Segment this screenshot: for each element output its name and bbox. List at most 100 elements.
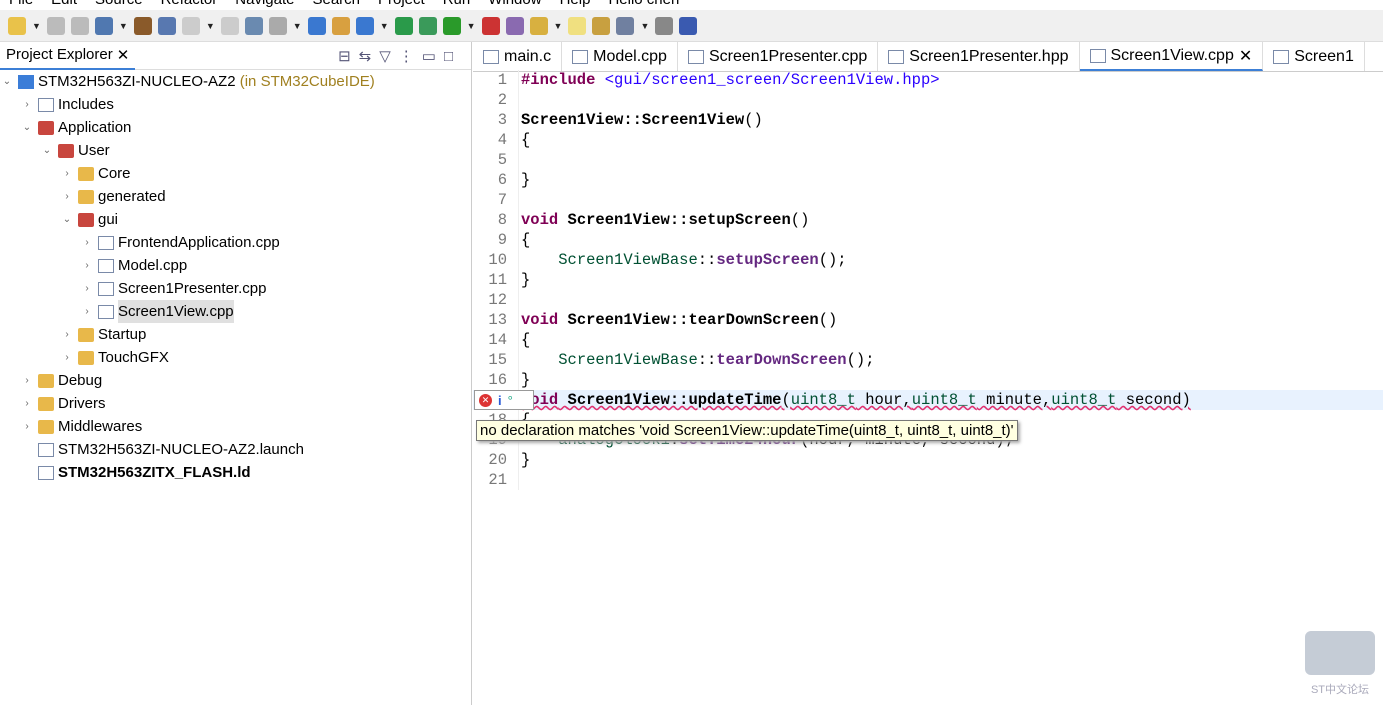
- expand-icon[interactable]: ›: [80, 231, 94, 254]
- folder-icon: [78, 327, 94, 342]
- expand-icon[interactable]: ›: [60, 185, 74, 208]
- close-icon[interactable]: ✕: [1239, 46, 1252, 66]
- tree-item[interactable]: STM32H563ZITX_FLASH.ld: [0, 461, 471, 484]
- code-text: {: [521, 331, 531, 349]
- tree-item[interactable]: ⌄ Application: [0, 116, 471, 139]
- toolbar-button-icon[interactable]: [616, 16, 635, 35]
- expand-icon[interactable]: ›: [20, 369, 34, 392]
- toolbar-button-icon[interactable]: [94, 16, 113, 35]
- tree-item[interactable]: ⌄ gui: [0, 208, 471, 231]
- dropdown-arrow-icon[interactable]: ▼: [32, 21, 41, 31]
- tree-item[interactable]: › Screen1Presenter.cpp: [0, 277, 471, 300]
- tree-item[interactable]: › FrontendApplication.cpp: [0, 231, 471, 254]
- toolbar-button-icon[interactable]: [505, 16, 524, 35]
- line-number: 16: [488, 371, 507, 389]
- menu-source[interactable]: Source: [86, 0, 152, 10]
- editor-tab[interactable]: Screen1View.cpp ✕: [1079, 42, 1264, 71]
- toolbar-button-icon[interactable]: [394, 16, 413, 35]
- dropdown-arrow-icon[interactable]: ▼: [119, 21, 128, 31]
- tree-item[interactable]: › Debug: [0, 369, 471, 392]
- editor-tab[interactable]: Screen1: [1263, 42, 1365, 71]
- expand-icon[interactable]: ⌄: [60, 208, 74, 231]
- code-text: }: [521, 451, 531, 469]
- toolbar-button-icon[interactable]: [568, 16, 587, 35]
- dropdown-arrow-icon[interactable]: ▼: [293, 21, 302, 31]
- expand-icon[interactable]: ›: [80, 277, 94, 300]
- tree-item[interactable]: › Core: [0, 162, 471, 185]
- expand-icon[interactable]: ›: [20, 93, 34, 116]
- expand-icon[interactable]: ⌄: [20, 116, 34, 139]
- tree-item-project[interactable]: ⌄ STM32H563ZI-NUCLEO-AZ2 (in STM32CubeIDE…: [0, 70, 471, 93]
- toolbar-button-icon[interactable]: [8, 16, 26, 35]
- dropdown-arrow-icon[interactable]: ▼: [554, 21, 563, 31]
- tree-item[interactable]: › Model.cpp: [0, 254, 471, 277]
- toolbar-button-icon[interactable]: [220, 16, 239, 35]
- toolbar-button-icon[interactable]: [331, 16, 350, 35]
- expand-icon[interactable]: ⌄: [40, 139, 54, 162]
- expand-icon[interactable]: ›: [20, 392, 34, 415]
- menu-file[interactable]: File: [0, 0, 42, 10]
- toolbar-button-icon[interactable]: [307, 16, 326, 35]
- menu-help[interactable]: Help: [551, 0, 600, 10]
- expand-icon[interactable]: ›: [20, 415, 34, 438]
- tab-project-explorer[interactable]: Project Explorer ✕: [0, 42, 136, 70]
- menu-project[interactable]: Project: [369, 0, 434, 10]
- tree-item[interactable]: › generated: [0, 185, 471, 208]
- toolbar-button-icon[interactable]: [655, 16, 674, 35]
- menu-navigate[interactable]: Navigate: [226, 0, 303, 10]
- expand-icon[interactable]: ›: [80, 254, 94, 277]
- menu-search[interactable]: Search: [303, 0, 369, 10]
- menu-hello-chen[interactable]: Hello chen: [599, 0, 688, 10]
- toolbar-button-icon[interactable]: [442, 16, 461, 35]
- toolbar-button-icon[interactable]: [355, 16, 374, 35]
- editor-tab[interactable]: Screen1Presenter.cpp: [678, 42, 879, 71]
- toolbar-button-icon[interactable]: [679, 16, 698, 35]
- editor-tab[interactable]: Model.cpp: [562, 42, 678, 71]
- toolbar-button-icon[interactable]: [592, 16, 611, 35]
- toolbar-button-icon[interactable]: [181, 16, 200, 35]
- line-number: 1: [497, 71, 507, 89]
- project-suffix: (in STM32CubeIDE): [239, 73, 375, 90]
- tree-item[interactable]: › Middlewares: [0, 415, 471, 438]
- toolbar-button-icon[interactable]: [46, 16, 65, 35]
- menu-refactor[interactable]: Refactor: [152, 0, 227, 10]
- expand-icon[interactable]: ›: [60, 323, 74, 346]
- tree-item[interactable]: ⌄ User: [0, 139, 471, 162]
- tree-item-label: Startup: [98, 326, 147, 343]
- toolbar-button-icon[interactable]: [133, 16, 152, 35]
- code-text: Screen1ViewBase::tearDownScreen();: [558, 351, 875, 369]
- toolbar-button-icon[interactable]: [418, 16, 437, 35]
- tree-item[interactable]: STM32H563ZI-NUCLEO-AZ2.launch: [0, 438, 471, 461]
- tree-item[interactable]: › TouchGFX: [0, 346, 471, 369]
- expand-icon[interactable]: ›: [60, 162, 74, 185]
- toolbar-button-icon[interactable]: [70, 16, 89, 35]
- tree-item[interactable]: › Startup: [0, 323, 471, 346]
- toolbar-button-icon[interactable]: [268, 16, 287, 35]
- tree-item[interactable]: › Screen1View.cpp: [0, 300, 471, 323]
- toolbar-button-icon[interactable]: [529, 16, 548, 35]
- view-toolbar-icons[interactable]: ⊟⇆▽⋮▭□: [338, 47, 471, 65]
- dropdown-arrow-icon[interactable]: ▼: [206, 21, 215, 31]
- expand-icon[interactable]: ›: [60, 346, 74, 369]
- pkg-icon: [78, 212, 94, 227]
- project-name: STM32H563ZI-NUCLEO-AZ2: [38, 73, 236, 90]
- menu-run[interactable]: Run: [434, 0, 480, 10]
- toolbar-button-icon[interactable]: [157, 16, 176, 35]
- toolbar-button-icon[interactable]: [244, 16, 263, 35]
- toolbar-button-icon[interactable]: [481, 16, 500, 35]
- dropdown-arrow-icon[interactable]: ▼: [467, 21, 476, 31]
- menu-window[interactable]: Window: [479, 0, 550, 10]
- expand-icon[interactable]: ›: [80, 300, 94, 323]
- editor-tab[interactable]: main.c: [473, 42, 563, 71]
- tree-item[interactable]: › Includes: [0, 93, 471, 116]
- editor-tab[interactable]: Screen1Presenter.hpp: [878, 42, 1080, 71]
- dropdown-arrow-icon[interactable]: ▼: [640, 21, 649, 31]
- code-line: 3 Screen1View::Screen1View(): [473, 110, 1383, 130]
- tree-item[interactable]: › Drivers: [0, 392, 471, 415]
- annotation-bar[interactable]: ✕ i °: [474, 390, 534, 410]
- pkg-icon: [38, 120, 54, 135]
- dropdown-arrow-icon[interactable]: ▼: [380, 21, 389, 31]
- menu-edit[interactable]: Edit: [42, 0, 86, 10]
- close-icon[interactable]: ✕: [117, 46, 130, 64]
- code-line: 1 #include <gui/screen1_screen/Screen1Vie…: [473, 70, 1383, 90]
